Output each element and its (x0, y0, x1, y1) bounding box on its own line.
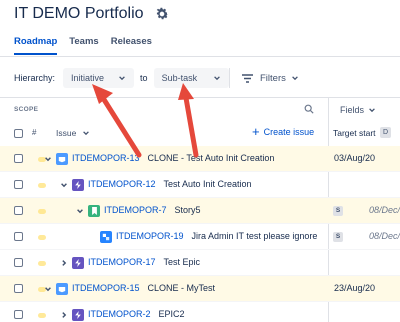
issue-column-label: Issue (56, 128, 77, 138)
row-checkbox[interactable] (14, 154, 23, 163)
chevron-down-icon (83, 131, 90, 136)
filter-icon (242, 73, 253, 83)
initiative-icon (56, 283, 68, 295)
initiative-icon (56, 153, 68, 165)
scope-divider (0, 97, 400, 98)
drag-handle[interactable] (38, 235, 46, 240)
tabs-divider (0, 56, 400, 57)
hierarchy-to-label: to (140, 73, 148, 83)
drag-handle[interactable] (38, 209, 46, 214)
start-date-source-badge: S (333, 206, 343, 216)
tab-roadmap[interactable]: Roadmap (14, 36, 58, 55)
tab-teams[interactable]: Teams (69, 36, 98, 55)
page-title: IT DEMO Portfolio (14, 5, 144, 22)
date-badge: D (380, 127, 391, 138)
issue-summary: Jira Admin IT test please ignore (191, 231, 318, 241)
fields-dropdown[interactable]: Fields (340, 105, 376, 115)
table-row[interactable]: ITDEMOPOR-12 Test Auto Init Creation (0, 172, 400, 198)
row-checkbox[interactable] (14, 180, 23, 189)
fields-label: Fields (340, 105, 365, 115)
issue-summary: Test Epic (163, 257, 201, 267)
plus-icon: + (252, 124, 260, 139)
epic-lightning-icon (72, 257, 84, 269)
tab-releases[interactable]: Releases (111, 36, 152, 55)
rank-column-header: # (32, 128, 37, 137)
epic-lightning-icon (72, 179, 84, 191)
filters-button[interactable]: Filters (242, 68, 306, 88)
table-row[interactable]: ITDEMOPOR-19 Jira Admin IT test please ig… (0, 224, 400, 250)
issue-key-link[interactable]: ITDEMOPOR-12 (88, 179, 156, 189)
hierarchy-to-dropdown[interactable]: Sub-task (153, 68, 230, 88)
search-icon[interactable] (304, 104, 314, 114)
toolbar-divider (229, 68, 230, 88)
chevron-down-icon[interactable] (44, 285, 52, 293)
hierarchy-to-value: Sub-task (161, 73, 198, 83)
issue-key-link[interactable]: ITDEMOPOR-19 (116, 231, 184, 241)
row-checkbox[interactable] (14, 258, 23, 267)
chevron-down-icon (292, 76, 298, 81)
chevron-right-icon[interactable] (60, 259, 68, 267)
hierarchy-selector: Hierarchy: Initiative to Sub-task (14, 66, 230, 90)
issue-summary: CLONE - MyTest (147, 283, 216, 293)
hierarchy-label: Hierarchy: (14, 73, 56, 83)
issue-key-link[interactable]: ITDEMOPOR-17 (88, 257, 156, 267)
hierarchy-from-value: Initiative (71, 73, 105, 83)
table-row[interactable]: ITDEMOPOR-7 Story5 S 08/Dec/ (0, 198, 400, 224)
drag-handle[interactable] (38, 261, 46, 266)
drag-handle[interactable] (38, 183, 46, 188)
subtask-icon (100, 231, 112, 243)
tab-bar: Roadmap Teams Releases (14, 36, 152, 55)
hierarchy-from-dropdown[interactable]: Initiative (63, 68, 135, 88)
start-date-source-badge: S (333, 232, 343, 242)
chevron-down-icon[interactable] (44, 155, 52, 163)
target-start-date[interactable]: 03/Aug/20 (334, 153, 375, 163)
issue-summary: Test Auto Init Creation (163, 179, 252, 189)
issue-key-link[interactable]: ITDEMOPOR-2 (88, 309, 151, 319)
row-checkbox[interactable] (14, 284, 23, 293)
issue-summary: CLONE - Test Auto Init Creation (147, 153, 275, 163)
target-start-date[interactable]: 08/Dec/ (369, 231, 400, 241)
column-header-row: # Issue + Create issue Target start D (0, 124, 400, 142)
table-row[interactable]: ITDEMOPOR-13 CLONE - Test Auto Init Creat… (0, 146, 400, 172)
issue-summary: EPIC2 (158, 309, 185, 319)
issue-column-header[interactable]: Issue (56, 128, 90, 138)
chevron-down-icon (214, 76, 220, 81)
table-row[interactable]: ITDEMOPOR-15 CLONE - MyTest 23/Aug/20 (0, 276, 400, 302)
issue-key-link[interactable]: ITDEMOPOR-15 (72, 283, 140, 293)
table-row[interactable]: ITDEMOPOR-2 EPIC2 (0, 302, 400, 322)
epic-lightning-icon (72, 309, 84, 321)
row-checkbox[interactable] (14, 232, 23, 241)
create-issue-label: Create issue (263, 127, 315, 137)
chevron-down-icon (369, 108, 375, 113)
target-start-column-header[interactable]: Target start (333, 128, 376, 138)
gear-icon[interactable] (154, 6, 170, 22)
issue-summary: Story5 (174, 205, 201, 215)
annotation-arrow (178, 83, 199, 158)
select-all-checkbox[interactable] (14, 129, 23, 138)
table-row[interactable]: ITDEMOPOR-17 Test Epic (0, 250, 400, 276)
filters-label: Filters (260, 72, 286, 84)
issue-key-link[interactable]: ITDEMOPOR-13 (72, 153, 140, 163)
row-checkbox[interactable] (14, 206, 23, 215)
target-start-date[interactable]: 08/Dec/ (369, 205, 400, 215)
chevron-down-icon (119, 76, 125, 81)
row-checkbox[interactable] (14, 310, 23, 319)
story-bookmark-icon (88, 205, 100, 217)
issue-list: ITDEMOPOR-13 CLONE - Test Auto Init Creat… (0, 146, 400, 322)
drag-handle[interactable] (38, 313, 46, 318)
annotation-arrow (92, 84, 142, 158)
chevron-down-icon[interactable] (76, 207, 84, 215)
page-header: IT DEMO Portfolio (14, 2, 170, 26)
chevron-right-icon[interactable] (60, 311, 68, 319)
scope-heading: SCOPE (14, 106, 39, 113)
issue-key-link[interactable]: ITDEMOPOR-7 (104, 205, 167, 215)
chevron-down-icon[interactable] (60, 181, 68, 189)
target-start-date[interactable]: 23/Aug/20 (334, 283, 375, 293)
create-issue-button[interactable]: + Create issue (252, 124, 315, 139)
